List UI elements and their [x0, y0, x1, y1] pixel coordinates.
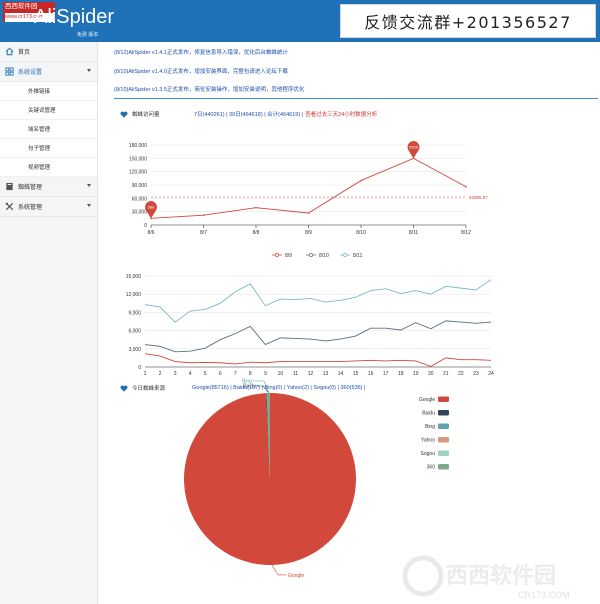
feedback-banner: 反馈交流群+201356527	[340, 4, 596, 38]
heart-icon	[120, 385, 128, 392]
visit-stats-title: 蜘蛛访问量	[132, 112, 160, 118]
sidebar-subitem-outbound-links[interactable]: 外推链接	[0, 82, 97, 101]
notice-item[interactable]: (8/12)AliSpider v1.4.1正式发布，修复信息导入错误，优化后台…	[114, 48, 288, 56]
watermark-logo: 西西软件园 CR173.COM	[398, 548, 598, 602]
sidebar-item-label: 首页	[18, 50, 31, 56]
source-stats-links[interactable]: Google(85716) | Baidu(107) | Bing(0) | Y…	[192, 385, 365, 391]
grid-icon	[5, 67, 14, 76]
app-edition: 免费 版本	[77, 32, 99, 38]
notice-item[interactable]: (8/10)AliSpider v1.3.5正式发布，简化安装操作，增加安装说明…	[114, 85, 304, 93]
app-logo[interactable]: AliSpider	[34, 6, 114, 29]
site-badge-name: 西西软件园	[5, 3, 38, 10]
sidebar-subitem-sentences[interactable]: 句子管理	[0, 139, 97, 158]
app-header: 西西软件园 www.cr173.com AliSpider 免费 版本 反馈交流…	[0, 0, 600, 42]
chevron-down-icon	[87, 204, 91, 207]
section-divider	[114, 98, 598, 99]
book-icon	[5, 182, 14, 191]
sidebar-item-system-management[interactable]: 系统管理	[0, 197, 97, 217]
heart-icon	[120, 111, 128, 118]
sidebar-item-spider-management[interactable]: 蜘蛛管理	[0, 177, 97, 197]
chevron-down-icon	[87, 184, 91, 187]
sidebar: 首页 系统设置 外推链接 关键词管理 域名管理 句子管理 视频管理 蜘蛛管理 系…	[0, 42, 98, 604]
sidebar-subitem-domains[interactable]: 域名管理	[0, 120, 97, 139]
sidebar-item-label: 蜘蛛管理	[18, 185, 43, 191]
tools-icon	[5, 202, 14, 211]
source-stats-row: 今日蜘蛛来源 Google(85716) | Baidu(107) | Bing…	[120, 383, 590, 393]
visit-stats-links[interactable]: 7日(440261) | 30日(464618) | 合计(464619) |	[194, 110, 303, 118]
chevron-down-icon	[87, 69, 91, 72]
main-content: (8/12)AliSpider v1.4.1正式发布，修复信息导入错误，优化后台…	[98, 42, 600, 604]
sidebar-item-label: 系统管理	[18, 205, 43, 211]
source-stats-title: 今日蜘蛛来源	[132, 386, 166, 392]
watermark-text: 西西软件园	[446, 563, 556, 588]
sidebar-item-home[interactable]: 首页	[0, 42, 97, 62]
visit-stats-row: 蜘蛛访问量 7日(440261) | 30日(464618) | 合计(4646…	[120, 109, 590, 119]
watermark-url: CR173.COM	[518, 590, 570, 600]
notice-item[interactable]: (8/10)AliSpider v1.4.0正式发布，增加安装界面，完整包请进入…	[114, 67, 288, 75]
sidebar-item-system-settings[interactable]: 系统设置	[0, 62, 97, 82]
sidebar-subitem-videos[interactable]: 视频管理	[0, 158, 97, 177]
hourly-analysis-link[interactable]: 查看过去三天24小时数据分析	[305, 110, 377, 118]
sidebar-item-label: 系统设置	[18, 70, 43, 76]
home-icon	[5, 47, 14, 56]
sidebar-subitem-keywords[interactable]: 关键词管理	[0, 101, 97, 120]
